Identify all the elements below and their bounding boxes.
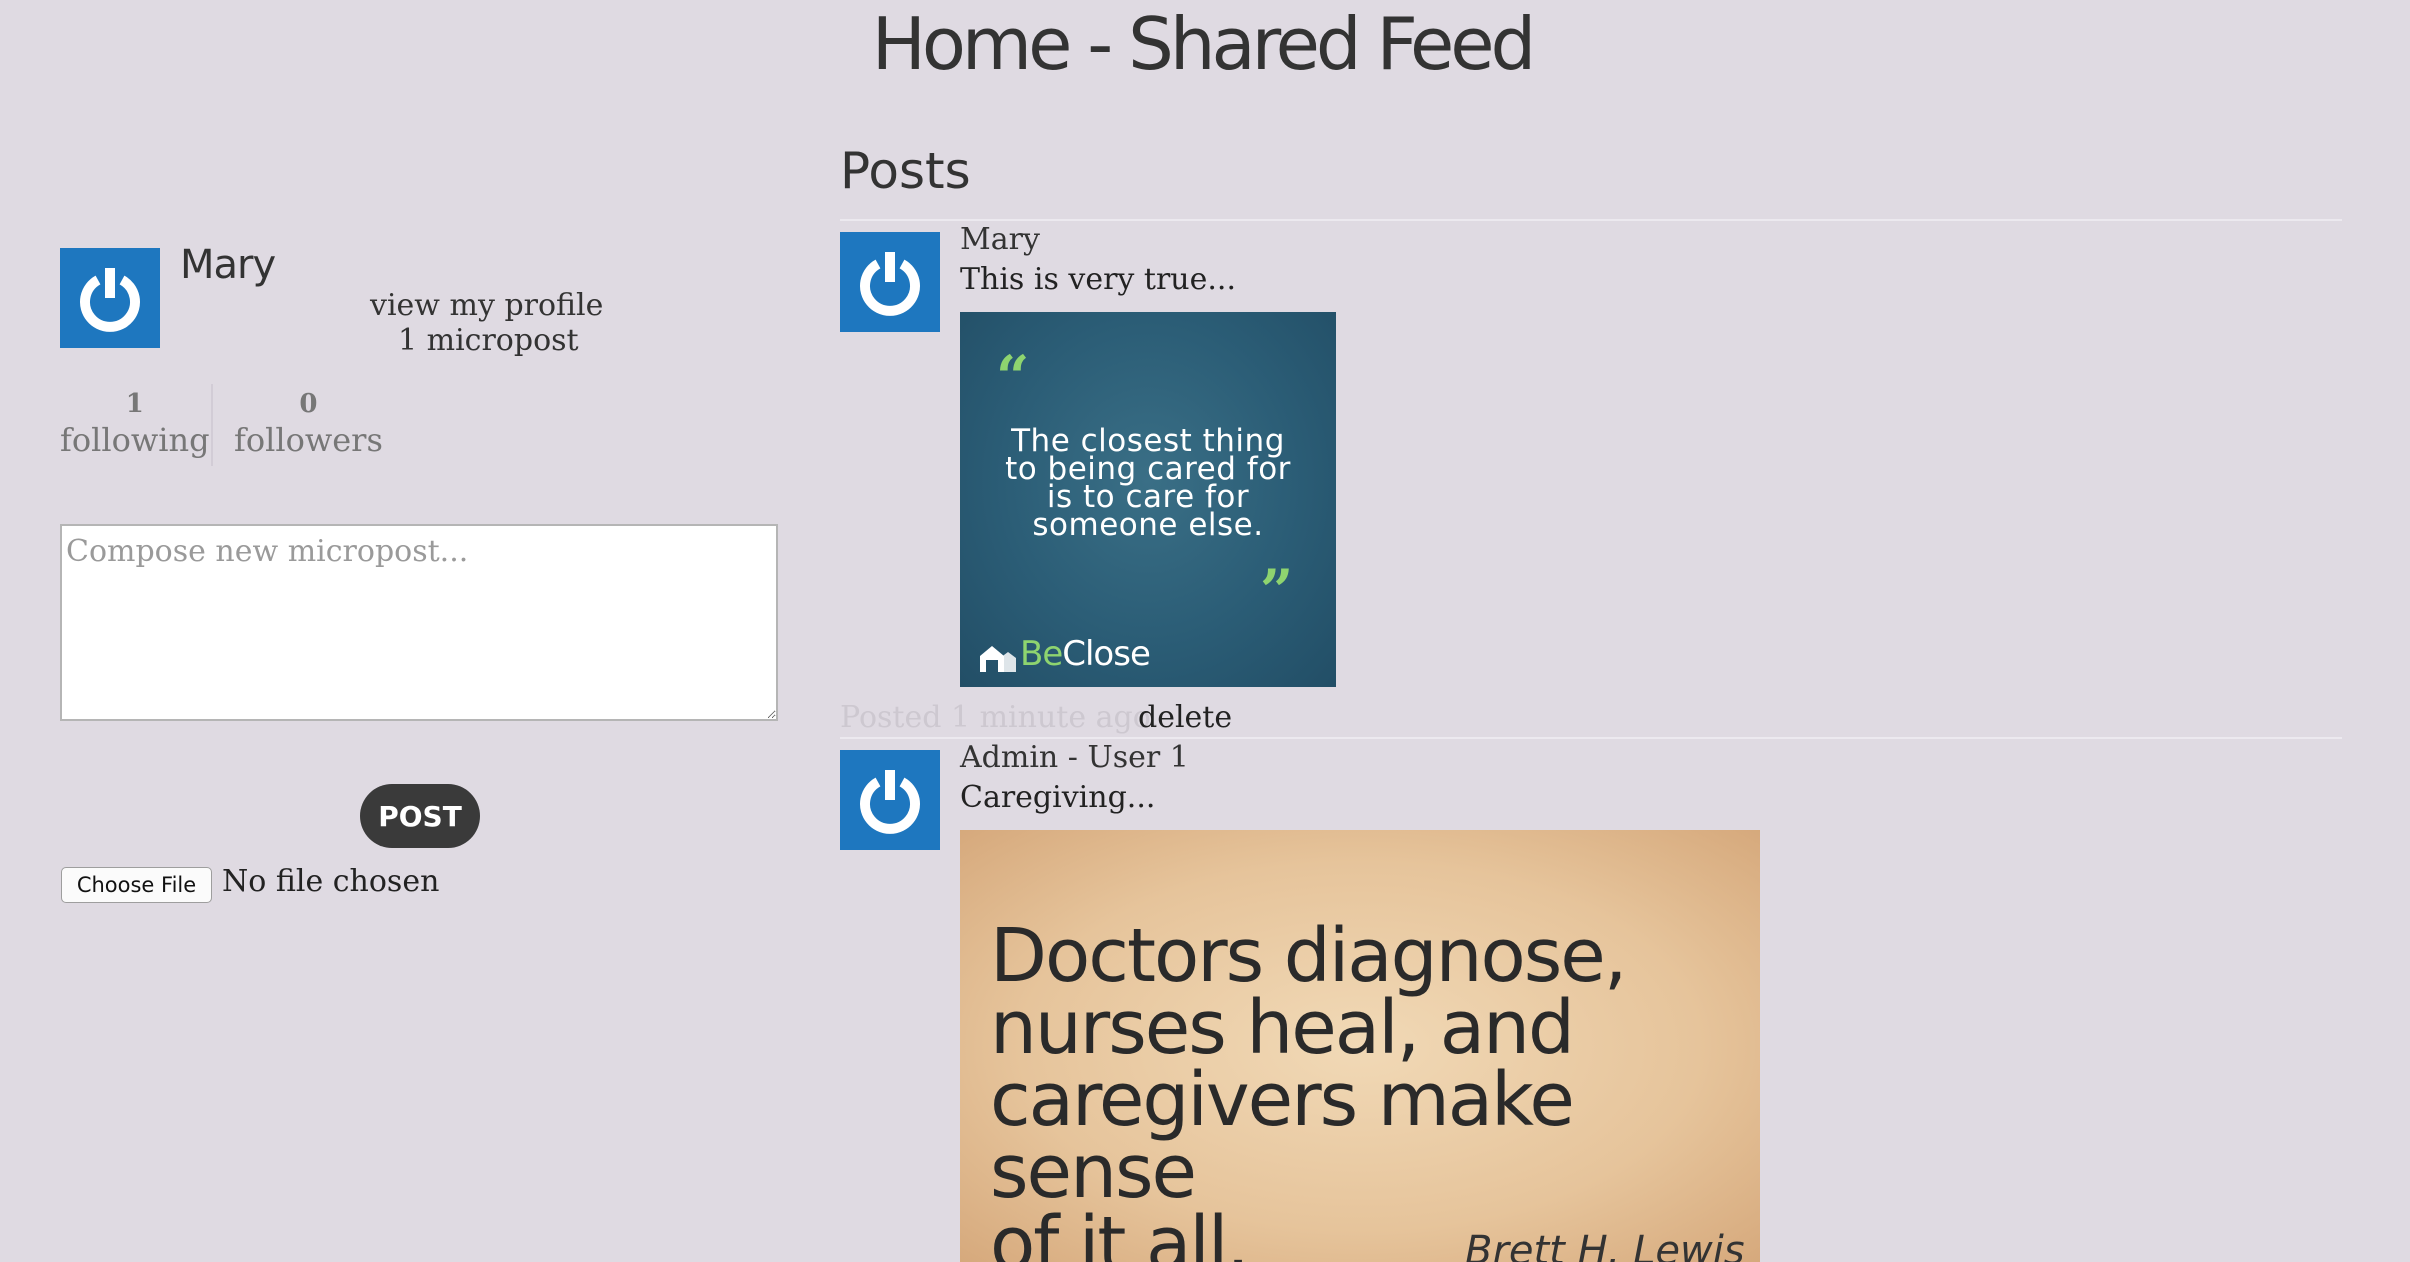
compose-micropost-input[interactable] (60, 524, 778, 721)
followers-count: 0 (299, 389, 318, 419)
following-stat[interactable]: 1 following (60, 386, 210, 458)
view-profile-link[interactable]: view my profile (370, 288, 603, 323)
divider (840, 737, 2342, 739)
following-label: following (60, 421, 210, 459)
brand-logo: BeClose (1020, 634, 1151, 674)
gravatar-power-icon (60, 248, 160, 348)
gravatar-power-icon (840, 232, 940, 332)
image-quote: The closest thing to being cared for is … (1005, 423, 1291, 543)
close-quote-icon: ” (1260, 557, 1294, 625)
page-title: Home - Shared Feed (871, 2, 1537, 86)
stats-divider (211, 384, 213, 466)
post-image: Doctors diagnose, nurses heal, and careg… (960, 830, 1760, 1262)
post-author-avatar[interactable] (840, 232, 940, 332)
delete-post-link[interactable]: delete (1138, 700, 1232, 735)
gravatar-power-icon (840, 750, 940, 850)
image-quote-author: Brett H. Lewis (1465, 1228, 1745, 1262)
file-status: No file chosen (222, 864, 440, 899)
post-author-avatar[interactable] (840, 750, 940, 850)
choose-file-button[interactable]: Choose File (61, 867, 212, 903)
user-name: Mary (180, 242, 276, 288)
post-text: Caregiving... (960, 780, 1156, 815)
post-author[interactable]: Admin - User 1 (960, 740, 1189, 775)
post-button[interactable]: POST (360, 784, 480, 848)
following-count: 1 (125, 389, 144, 419)
post-text: This is very true... (960, 262, 1236, 297)
house-logo-icon (980, 646, 1016, 672)
followers-label: followers (234, 421, 383, 459)
divider (840, 219, 2342, 221)
user-avatar[interactable] (60, 248, 160, 348)
post-image: “ The closest thing to being cared for i… (960, 312, 1336, 687)
image-quote: Doctors diagnose, nurses heal, and careg… (990, 913, 1627, 1262)
post-author[interactable]: Mary (960, 222, 1040, 257)
posts-heading: Posts (840, 142, 971, 200)
open-quote-icon: “ (996, 343, 1030, 411)
followers-stat[interactable]: 0 followers (234, 386, 383, 458)
post-timestamp: Posted 1 minute ago. (840, 700, 1160, 735)
micropost-count: 1 micropost (398, 323, 579, 358)
